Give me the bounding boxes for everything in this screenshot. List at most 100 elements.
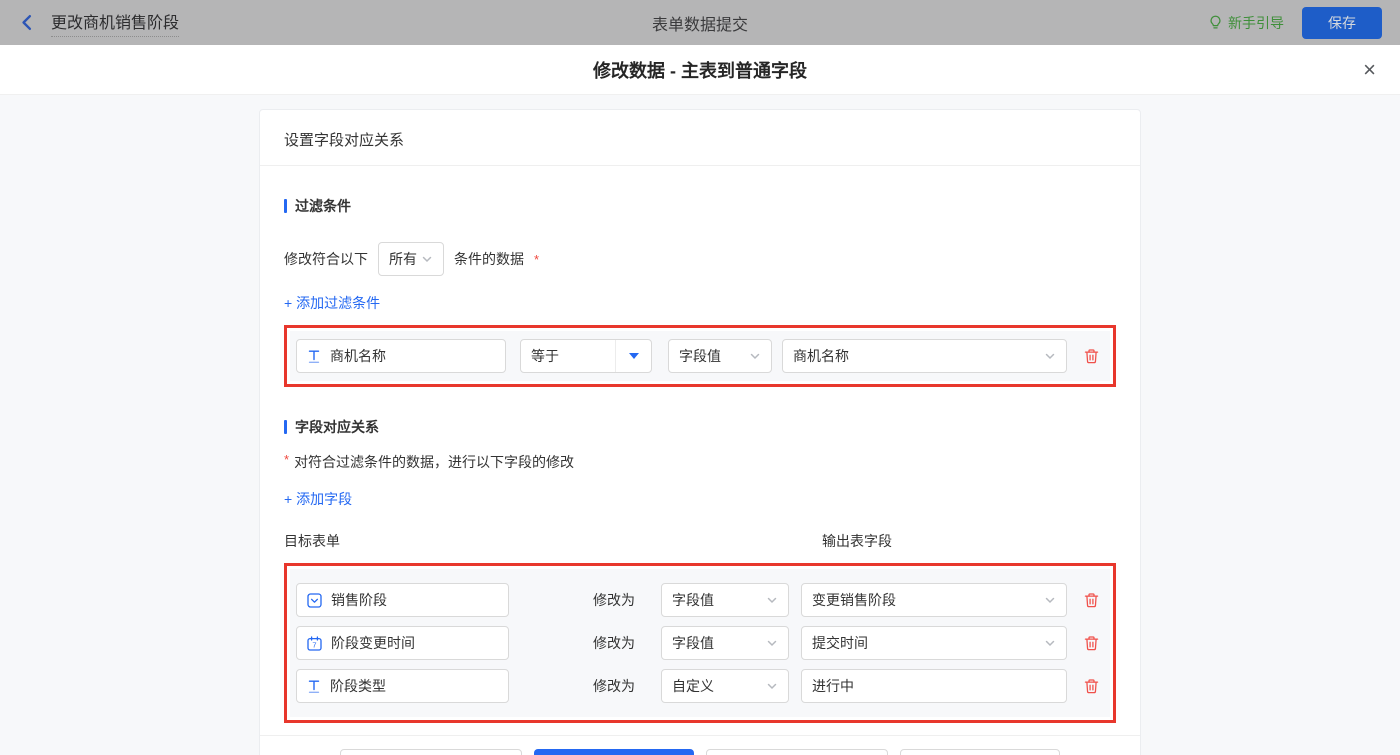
chevron-down-icon: [1044, 594, 1056, 606]
filter-value: 商机名称: [793, 346, 849, 366]
mapping-section-title: 字段对应关系: [284, 417, 1116, 437]
mapping-description: * 对符合过滤条件的数据，进行以下字段的修改: [284, 452, 1116, 472]
mapping-row: 阶段类型 修改为 自定义 进行中: [296, 669, 1104, 703]
mapping-rows-panel: 销售阶段 修改为 字段值 变更销售阶段: [290, 569, 1110, 717]
custom-value: 进行中: [812, 676, 854, 696]
previous-step-button[interactable]: 上一步：设置触发动作: [340, 749, 522, 755]
page-title: 表单数据提交: [0, 11, 1400, 35]
chevron-down-icon: [749, 350, 761, 362]
caret-down-icon: [629, 353, 639, 359]
filter-section-title: 过滤条件: [284, 196, 1116, 216]
target-field-value: 销售阶段: [331, 590, 387, 610]
custom-value-input[interactable]: 进行中: [801, 669, 1067, 703]
mapping-section-label: 字段对应关系: [295, 417, 379, 437]
workflow-title: 更改商机销售阶段: [51, 9, 179, 37]
output-field-select[interactable]: 提交时间: [801, 626, 1067, 660]
add-filter-condition-link[interactable]: + 添加过滤条件: [284, 293, 380, 313]
beginner-guide-link[interactable]: 新手引导: [1208, 13, 1284, 33]
back-button[interactable]: [18, 13, 37, 32]
add-field-link[interactable]: + 添加字段: [284, 489, 352, 509]
chevron-down-icon: [766, 680, 778, 692]
topbar-right: 新手引导 保存: [1208, 7, 1382, 39]
chevron-left-icon: [18, 13, 37, 32]
value-type: 字段值: [672, 590, 714, 610]
close-icon[interactable]: ×: [1363, 59, 1376, 81]
filter-section-label: 过滤条件: [295, 196, 351, 216]
trash-icon: [1083, 347, 1100, 365]
target-field-value: 阶段变更时间: [331, 633, 415, 653]
chevron-down-icon: [1044, 637, 1056, 649]
delete-filter-button[interactable]: [1083, 347, 1100, 365]
modify-to-label: 修改为: [509, 676, 661, 696]
card-footer: 上一步：设置触发动作 完成 下一步：设置新增数据 其他设置: [260, 735, 1140, 755]
output-field-select[interactable]: 变更销售阶段: [801, 583, 1067, 617]
card-header: 设置字段对应关系: [260, 110, 1140, 166]
dialog-content: 设置字段对应关系 过滤条件 修改符合以下 所有 条件的数据 * + 添加过滤条件: [0, 95, 1400, 755]
condition-line: 修改符合以下 所有 条件的数据 *: [284, 242, 1116, 276]
date-field-icon: 7: [307, 636, 322, 651]
mapping-row: 7 阶段变更时间 修改为 字段值 提交时间: [296, 626, 1104, 660]
filter-field-value: 商机名称: [330, 346, 386, 366]
filter-highlight-box: 商机名称 等于 字段值 商机名称: [284, 325, 1116, 387]
value-type-select[interactable]: 自定义: [661, 669, 789, 703]
filter-operator-value: 等于: [521, 346, 559, 366]
target-field-input[interactable]: 阶段类型: [296, 669, 509, 703]
target-field-input[interactable]: 7 阶段变更时间: [296, 626, 509, 660]
required-asterisk: *: [284, 452, 289, 467]
filter-operator-select[interactable]: 等于: [520, 339, 652, 373]
delete-row-button[interactable]: [1083, 677, 1100, 695]
beginner-guide-label: 新手引导: [1228, 13, 1284, 33]
trash-icon: [1083, 634, 1100, 652]
filter-value-select[interactable]: 商机名称: [782, 339, 1067, 373]
topbar: 更改商机销售阶段 表单数据提交 新手引导 保存: [0, 0, 1400, 45]
value-type-select[interactable]: 字段值: [661, 583, 789, 617]
next-step-button[interactable]: 下一步：设置新增数据: [706, 749, 888, 755]
dialog-header: 修改数据 - 主表到普通字段 ×: [0, 45, 1400, 95]
dialog-title: 修改数据 - 主表到普通字段: [593, 57, 807, 83]
chevron-down-icon: [766, 594, 778, 606]
condition-scope-select[interactable]: 所有: [378, 242, 444, 276]
select-field-icon: [307, 593, 322, 608]
value-type-select[interactable]: 字段值: [661, 626, 789, 660]
operator-caret-segment: [615, 340, 651, 372]
lightbulb-icon: [1208, 14, 1223, 31]
other-settings-button[interactable]: 其他设置: [900, 749, 1060, 755]
svg-text:7: 7: [312, 640, 316, 649]
delete-row-button[interactable]: [1083, 634, 1100, 652]
text-field-icon: [307, 349, 321, 364]
output-field-value: 提交时间: [812, 633, 868, 653]
chevron-down-icon: [766, 637, 778, 649]
modify-to-label: 修改为: [509, 633, 661, 653]
modify-to-label: 修改为: [509, 590, 661, 610]
section-accent-bar: [284, 420, 287, 434]
filter-field-input[interactable]: 商机名称: [296, 339, 506, 373]
mapping-description-text: 对符合过滤条件的数据，进行以下字段的修改: [294, 452, 574, 472]
required-asterisk: *: [534, 252, 539, 267]
target-field-value: 阶段类型: [330, 676, 386, 696]
condition-scope-value: 所有: [389, 249, 417, 269]
delete-row-button[interactable]: [1083, 591, 1100, 609]
filter-value-type-select[interactable]: 字段值: [668, 339, 772, 373]
value-type: 字段值: [672, 633, 714, 653]
filter-value-type: 字段值: [679, 346, 721, 366]
mapping-highlight-box: 销售阶段 修改为 字段值 变更销售阶段: [284, 563, 1116, 723]
target-field-input[interactable]: 销售阶段: [296, 583, 509, 617]
value-type: 自定义: [672, 676, 714, 696]
trash-icon: [1083, 591, 1100, 609]
save-button[interactable]: 保存: [1302, 7, 1382, 39]
card-body: 过滤条件 修改符合以下 所有 条件的数据 * + 添加过滤条件 商机名称: [260, 196, 1140, 723]
condition-prefix: 修改符合以下: [284, 249, 368, 269]
done-button[interactable]: 完成: [534, 749, 694, 755]
filter-condition-row: 商机名称 等于 字段值 商机名称: [290, 331, 1110, 381]
mapping-row: 销售阶段 修改为 字段值 变更销售阶段: [296, 583, 1104, 617]
text-field-icon: [307, 679, 321, 694]
chevron-down-icon: [1044, 350, 1056, 362]
topbar-left: 更改商机销售阶段: [18, 9, 179, 37]
output-field-value: 变更销售阶段: [812, 590, 896, 610]
column-header-target-form: 目标表单: [284, 533, 340, 549]
mapping-column-headers: 目标表单 输出表字段: [284, 531, 1116, 549]
chevron-down-icon: [421, 253, 433, 265]
column-header-output-field: 输出表字段: [822, 531, 892, 551]
settings-card: 设置字段对应关系 过滤条件 修改符合以下 所有 条件的数据 * + 添加过滤条件: [259, 109, 1141, 755]
trash-icon: [1083, 677, 1100, 695]
